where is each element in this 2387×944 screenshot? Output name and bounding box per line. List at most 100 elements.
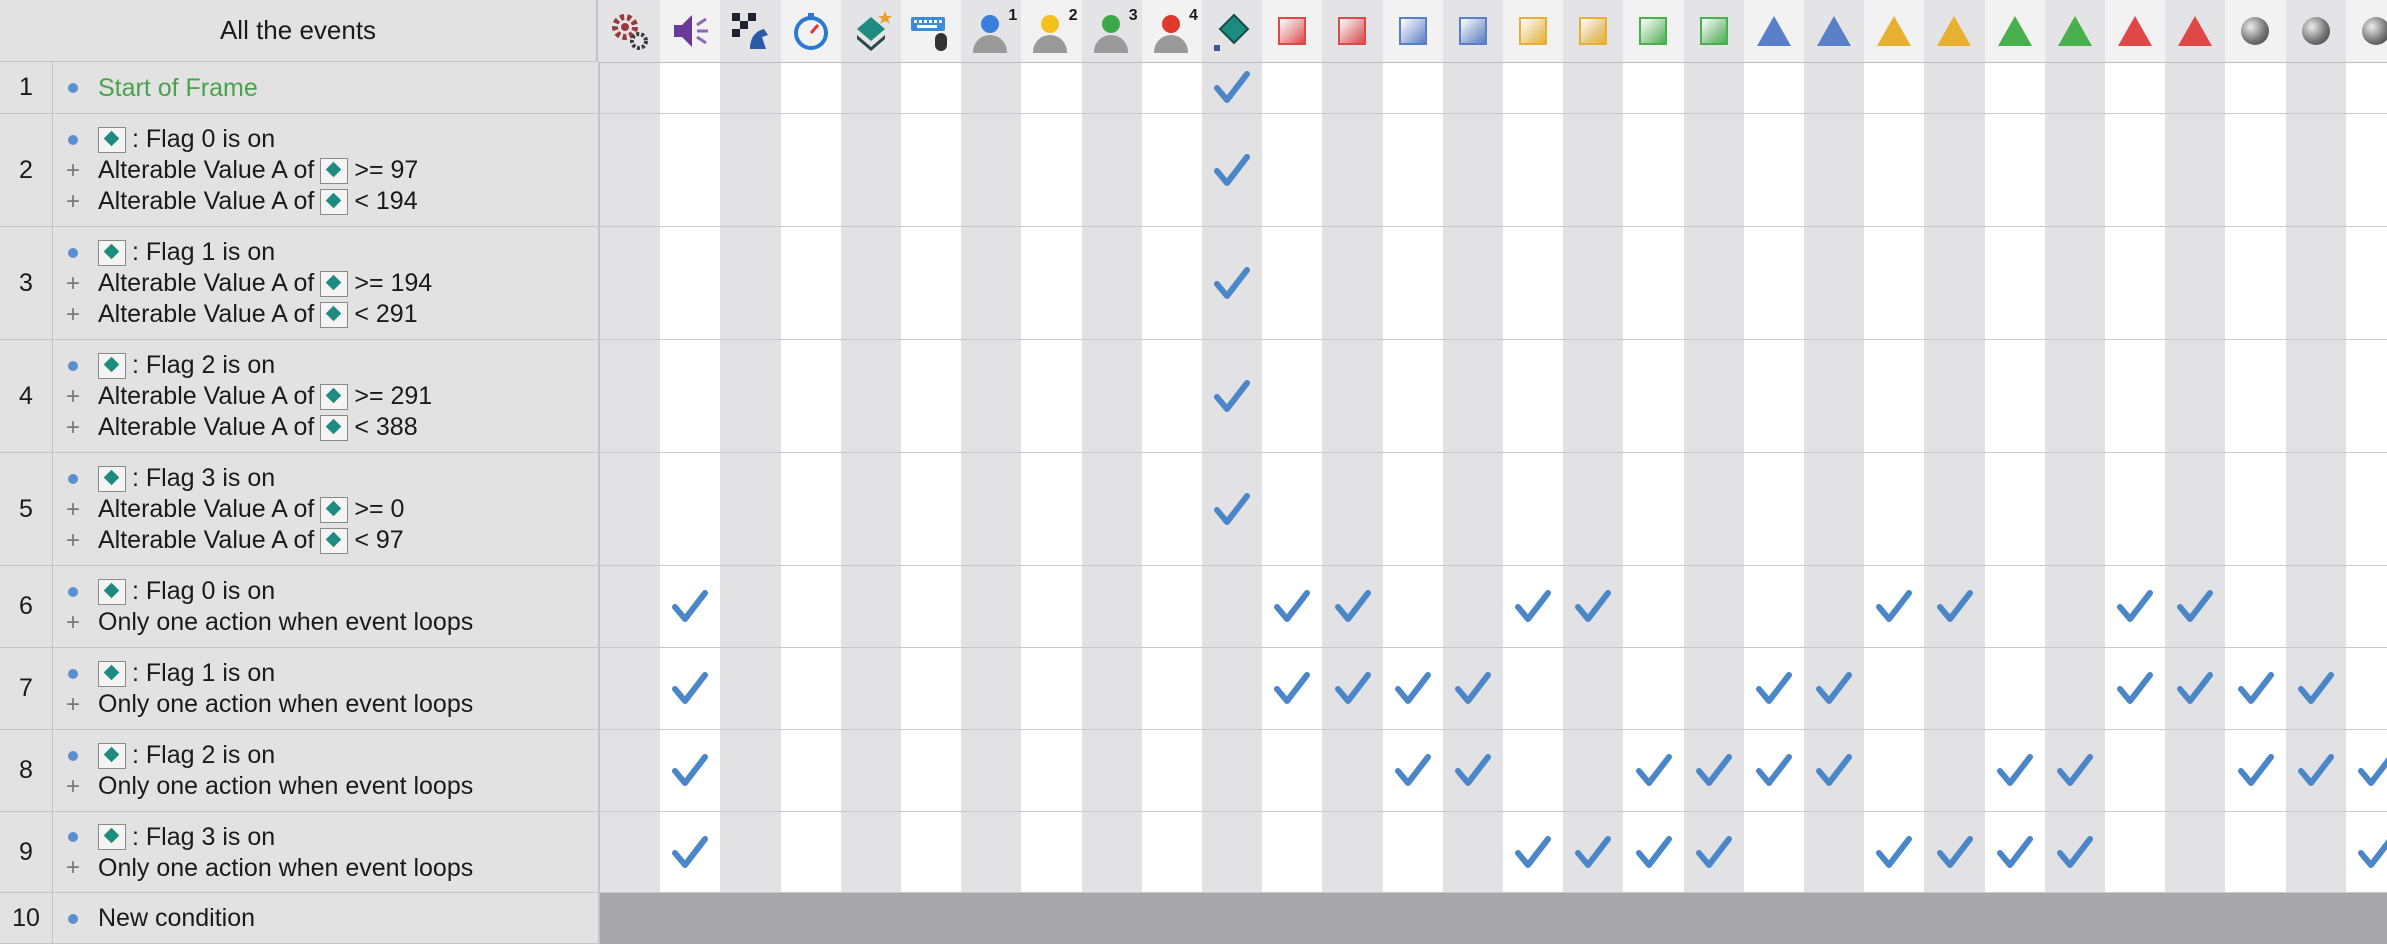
checkmark-icon[interactable]: [1874, 587, 1914, 627]
condition-line[interactable]: + Alterable Value A of >= 0: [66, 494, 404, 525]
checkmark-icon[interactable]: [1333, 587, 1373, 627]
special-icon[interactable]: [600, 0, 662, 62]
condition-line[interactable]: + Alterable Value A of < 291: [66, 299, 418, 330]
checkmark-icon[interactable]: [2236, 751, 2276, 791]
player-3-icon[interactable]: 3: [1081, 0, 1143, 62]
yellow-square-icon[interactable]: [1503, 0, 1565, 62]
checkmark-icon[interactable]: [1634, 833, 1674, 873]
checkmark-icon[interactable]: [2296, 751, 2336, 791]
checkmark-icon[interactable]: [2115, 669, 2155, 709]
checkmark-icon[interactable]: [1212, 68, 1252, 108]
blue-square-icon-2[interactable]: [1442, 0, 1504, 62]
timer-icon[interactable]: [780, 0, 842, 62]
checkmark-icon[interactable]: [1453, 669, 1493, 709]
event-row[interactable]: 5: Flag 3 is on + Alterable Value A of >= 0…: [0, 453, 600, 566]
red-triangle-icon-2[interactable]: [2165, 0, 2227, 62]
condition-line[interactable]: : Flag 2 is on: [66, 350, 275, 381]
checkmark-icon[interactable]: [1634, 751, 1674, 791]
blue-square-icon[interactable]: [1382, 0, 1444, 62]
red-triangle-icon[interactable]: [2105, 0, 2167, 62]
checkmark-icon[interactable]: [1212, 151, 1252, 191]
checkmark-icon[interactable]: [2175, 587, 2215, 627]
checkmark-icon[interactable]: [1694, 833, 1734, 873]
condition-line[interactable]: : Flag 2 is on: [66, 740, 275, 771]
checkmark-icon[interactable]: [670, 833, 710, 873]
green-square-icon[interactable]: [1623, 0, 1685, 62]
checkmark-icon[interactable]: [1694, 751, 1734, 791]
yellow-triangle-icon-2[interactable]: [1924, 0, 1986, 62]
event-row[interactable]: 4: Flag 2 is on + Alterable Value A of >= 2…: [0, 340, 600, 453]
checkmark-icon[interactable]: [2055, 833, 2095, 873]
storyboard-icon[interactable]: [720, 0, 782, 62]
checkmark-icon[interactable]: [1393, 751, 1433, 791]
checkmark-icon[interactable]: [2115, 587, 2155, 627]
checkmark-icon[interactable]: [1754, 751, 1794, 791]
checkmark-icon[interactable]: [1935, 833, 1975, 873]
event-row[interactable]: 7: Flag 1 is on + Only one action when eve…: [0, 648, 600, 730]
checkmark-icon[interactable]: [1995, 833, 2035, 873]
condition-line[interactable]: + Alterable Value A of < 194: [66, 186, 418, 217]
green-square-icon-2[interactable]: [1683, 0, 1745, 62]
checkmark-icon[interactable]: [1814, 751, 1854, 791]
sound-icon[interactable]: [660, 0, 722, 62]
condition-line[interactable]: + Alterable Value A of >= 194: [66, 268, 432, 299]
event-row[interactable]: 1 Start of Frame: [0, 62, 600, 114]
checkmark-icon[interactable]: [670, 587, 710, 627]
condition-line[interactable]: + Alterable Value A of >= 97: [66, 155, 418, 186]
condition-line[interactable]: : Flag 3 is on: [66, 822, 275, 853]
checkmark-icon[interactable]: [1935, 587, 1975, 627]
checkmark-icon[interactable]: [2356, 833, 2387, 873]
condition-line[interactable]: + Only one action when event loops: [66, 771, 473, 802]
gray-ball-icon-2[interactable]: [2285, 0, 2347, 62]
checkmark-icon[interactable]: [2175, 669, 2215, 709]
checkmark-icon[interactable]: [670, 751, 710, 791]
checkmark-icon[interactable]: [1272, 669, 1312, 709]
checkmark-icon[interactable]: [1995, 751, 2035, 791]
checkmark-icon[interactable]: [1272, 587, 1312, 627]
blue-triangle-icon[interactable]: [1743, 0, 1805, 62]
condition-line[interactable]: + Only one action when event loops: [66, 853, 473, 884]
checkmark-icon[interactable]: [1754, 669, 1794, 709]
green-triangle-icon[interactable]: [1984, 0, 2046, 62]
checkmark-icon[interactable]: [1874, 833, 1914, 873]
checkmark-icon[interactable]: [2296, 669, 2336, 709]
checkmark-icon[interactable]: [2356, 751, 2387, 791]
event-row[interactable]: 10 New condition: [0, 893, 600, 944]
blue-triangle-icon-2[interactable]: [1804, 0, 1866, 62]
checkmark-icon[interactable]: [2236, 669, 2276, 709]
create-objects-icon[interactable]: [840, 0, 902, 62]
condition-line[interactable]: + Alterable Value A of < 97: [66, 525, 404, 556]
checkmark-icon[interactable]: [1212, 377, 1252, 417]
event-row[interactable]: 9: Flag 3 is on + Only one action when eve…: [0, 812, 600, 893]
player-1-icon[interactable]: 1: [961, 0, 1023, 62]
green-triangle-icon-2[interactable]: [2044, 0, 2106, 62]
yellow-triangle-icon[interactable]: [1864, 0, 1926, 62]
condition-line[interactable]: + Alterable Value A of < 388: [66, 412, 418, 443]
gray-ball-icon-3[interactable]: [2345, 0, 2387, 62]
condition-line[interactable]: + Only one action when event loops: [66, 607, 473, 638]
condition-line[interactable]: : Flag 0 is on: [66, 124, 275, 155]
condition-line[interactable]: : Flag 3 is on: [66, 463, 275, 494]
yellow-square-icon-2[interactable]: [1563, 0, 1625, 62]
player-2-icon[interactable]: 2: [1021, 0, 1083, 62]
condition-line[interactable]: : Flag 1 is on: [66, 658, 275, 689]
checkmark-icon[interactable]: [1453, 751, 1493, 791]
checkmark-icon[interactable]: [1513, 587, 1553, 627]
keyboard-mouse-icon[interactable]: [901, 0, 963, 62]
red-square-icon-2[interactable]: [1322, 0, 1384, 62]
event-row[interactable]: 6: Flag 0 is on + Only one action when eve…: [0, 566, 600, 648]
checkmark-icon[interactable]: [1814, 669, 1854, 709]
condition-line[interactable]: Start of Frame: [66, 73, 258, 104]
checkmark-icon[interactable]: [1212, 490, 1252, 530]
condition-line[interactable]: : Flag 1 is on: [66, 237, 275, 268]
condition-line[interactable]: + Only one action when event loops: [66, 689, 473, 720]
player-4-icon[interactable]: 4: [1141, 0, 1203, 62]
checkmark-icon[interactable]: [1333, 669, 1373, 709]
checkmark-icon[interactable]: [1212, 264, 1252, 304]
active-object-icon[interactable]: [1202, 0, 1264, 62]
checkmark-icon[interactable]: [670, 669, 710, 709]
checkmark-icon[interactable]: [1573, 833, 1613, 873]
event-row[interactable]: 8: Flag 2 is on + Only one action when eve…: [0, 730, 600, 812]
condition-line[interactable]: New condition: [66, 903, 255, 934]
gray-ball-icon[interactable]: [2225, 0, 2287, 62]
